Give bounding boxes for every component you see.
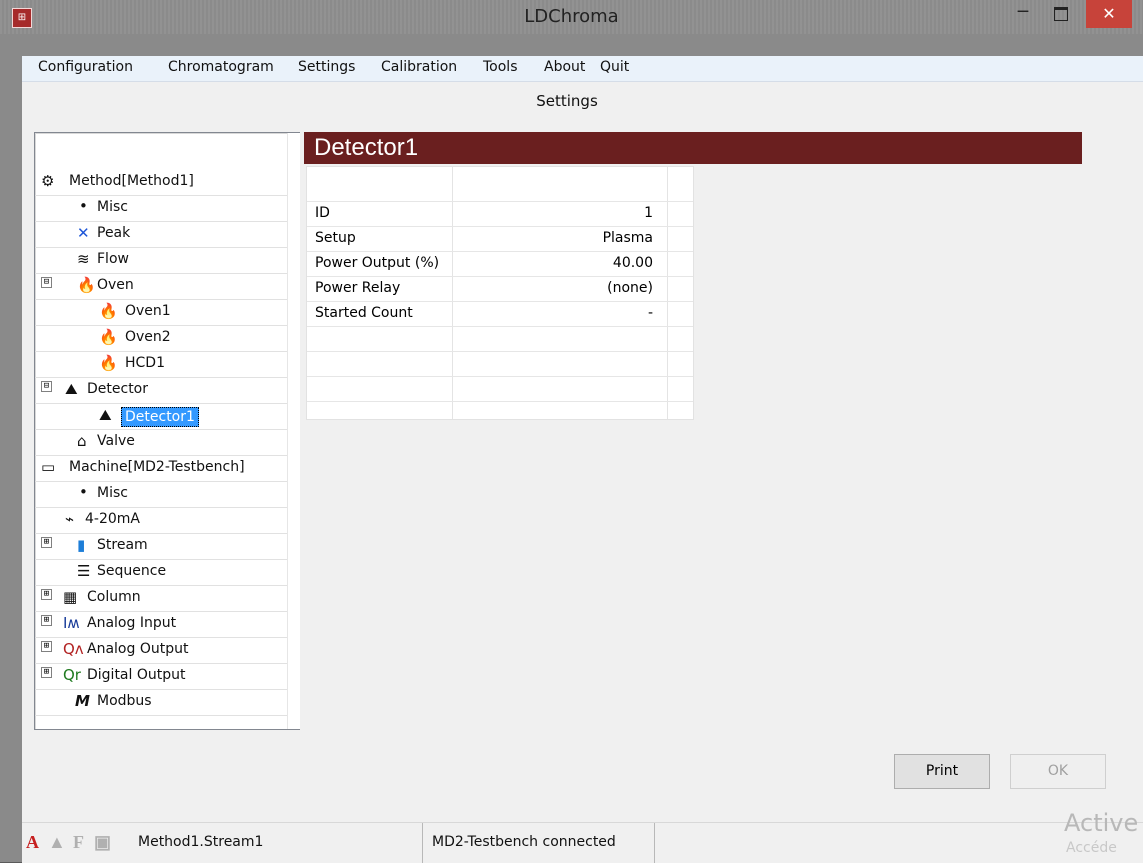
tree-item-machine[interactable]: ▭ Machine[MD2-Testbench] xyxy=(35,455,287,482)
resistor-icon: ⌁ xyxy=(65,510,75,528)
selected-detector1: Detector1 xyxy=(121,407,199,427)
flame-icon: 🔥 xyxy=(99,354,118,372)
grid-empty-row[interactable] xyxy=(307,351,693,377)
activation-watermark-sub: Accéde xyxy=(1066,840,1117,856)
tree-item-machine-misc[interactable]: • Misc xyxy=(35,481,287,508)
settings-panel: Settings ⚙ Method[Method1] • Misc ✕ Peak… xyxy=(22,82,1143,822)
tree-item-oven[interactable]: ⊟ 🔥 Oven xyxy=(35,273,287,300)
flame-icon: 🔥 xyxy=(99,302,118,320)
menu-bar: Configuration Chromatogram Settings Cali… xyxy=(22,56,1143,82)
grid-row-setup[interactable]: Setup Plasma xyxy=(307,226,693,252)
ok-button[interactable]: OK xyxy=(1010,754,1106,789)
gears-icon: ⚙ xyxy=(41,172,55,190)
tree-item-valve[interactable]: ⌂ Valve xyxy=(35,429,287,456)
grid-row-id[interactable]: ID 1 xyxy=(307,201,693,227)
peak-icon: ✕ xyxy=(77,224,90,242)
window-title: LDChroma xyxy=(524,6,619,27)
maximize-button[interactable] xyxy=(1045,3,1077,31)
warning-icon: ▲ xyxy=(48,832,66,852)
activation-watermark: Active xyxy=(1064,809,1139,837)
minimize-button[interactable]: ‒ xyxy=(1008,0,1038,28)
tree-item-sequence[interactable]: ☰ Sequence xyxy=(35,559,287,586)
detector-properties-grid[interactable]: ID 1 Setup Plasma Power Output (%) 40.00… xyxy=(306,166,694,420)
flame-icon: 🔥 xyxy=(77,276,96,294)
save-icon: ▣ xyxy=(94,832,112,852)
app-window: ⊞ LDChroma ‒ ✕ Configuration Chromatogra… xyxy=(0,0,1143,863)
menu-quit[interactable]: Quit xyxy=(600,59,629,75)
collapse-icon[interactable]: ⊟ xyxy=(41,277,52,288)
menu-settings[interactable]: Settings xyxy=(298,59,355,75)
tree-item-4-20ma[interactable]: ⌁ 4-20mA xyxy=(35,507,287,534)
modbus-icon: M xyxy=(75,692,90,710)
tree-item-oven1[interactable]: 🔥 Oven1 xyxy=(35,299,287,326)
digital-output-icon: Qr xyxy=(63,666,81,684)
close-button[interactable]: ✕ xyxy=(1086,0,1132,28)
tree-item-oven2[interactable]: 🔥 Oven2 xyxy=(35,325,287,352)
title-bar[interactable]: ⊞ LDChroma ‒ ✕ xyxy=(0,0,1143,34)
bullet-icon: • xyxy=(79,197,88,215)
flame-icon: 🔥 xyxy=(99,328,118,346)
status-bar: A ▲ F ▣ Method1.Stream1 MD2-Testbench co… xyxy=(22,822,1143,863)
grid-header-row xyxy=(307,167,693,202)
grid-row-started-count[interactable]: Started Count - xyxy=(307,301,693,327)
tree-item-detector1[interactable]: ⛰ Detector1 xyxy=(35,403,287,430)
menu-chromatogram[interactable]: Chromatogram xyxy=(168,59,274,75)
detector-icon: ⛰ xyxy=(65,380,78,398)
tree-item-analog-input[interactable]: ⊞ Iʍ Analog Input xyxy=(35,611,287,638)
detector-icon: ⛰ xyxy=(99,406,112,424)
expand-icon[interactable]: ⊞ xyxy=(41,589,52,600)
bullet-icon: • xyxy=(79,483,88,501)
collapse-icon[interactable]: ⊟ xyxy=(41,381,52,392)
expand-icon[interactable]: ⊞ xyxy=(41,667,52,678)
tree-item-flow[interactable]: ≋ Flow xyxy=(35,247,287,274)
tree-item-modbus[interactable]: M Modbus xyxy=(35,689,287,716)
grid-row-power-output[interactable]: Power Output (%) 40.00 xyxy=(307,251,693,277)
status-stream-segment: A ▲ F ▣ Method1.Stream1 xyxy=(22,823,423,863)
tree-item-digital-output[interactable]: ⊞ Qr Digital Output xyxy=(35,663,287,690)
print-button[interactable]: Print xyxy=(894,754,990,789)
valve-icon: ⌂ xyxy=(77,432,87,450)
tree-item-misc[interactable]: • Misc xyxy=(35,195,287,222)
menu-calibration[interactable]: Calibration xyxy=(381,59,457,75)
tree-item-stream[interactable]: ⊞ ▮ Stream xyxy=(35,533,287,560)
tree-item-detector[interactable]: ⊟ ⛰ Detector xyxy=(35,377,287,404)
column-icon: ▦ xyxy=(63,588,78,606)
tree-item-peak[interactable]: ✕ Peak xyxy=(35,221,287,248)
flow-icon: ≋ xyxy=(77,250,90,268)
alarm-a-icon: A xyxy=(26,832,39,852)
expand-icon[interactable]: ⊞ xyxy=(41,641,52,652)
analog-input-icon: Iʍ xyxy=(63,614,80,632)
menu-tools[interactable]: Tools xyxy=(483,59,518,75)
grid-row-power-relay[interactable]: Power Relay (none) xyxy=(307,276,693,302)
grid-empty-row[interactable] xyxy=(307,376,693,402)
tree-scrollbar[interactable] xyxy=(287,133,300,729)
menu-about[interactable]: About xyxy=(544,59,585,75)
tree-item-method[interactable]: ⚙ Method[Method1] xyxy=(35,169,287,196)
list-icon: ☰ xyxy=(77,562,91,580)
status-connection: MD2-Testbench connected xyxy=(432,834,616,850)
machine-icon: ▭ xyxy=(41,458,56,476)
tree-item-column[interactable]: ⊞ ▦ Column xyxy=(35,585,287,612)
bottle-icon: ▮ xyxy=(77,536,86,554)
grid-empty-row[interactable] xyxy=(307,326,693,352)
status-stream: Method1.Stream1 xyxy=(138,834,264,850)
tree-item-hcd1[interactable]: 🔥 HCD1 xyxy=(35,351,287,378)
maximize-icon xyxy=(1054,7,1068,21)
fault-f-icon: F xyxy=(73,832,84,852)
page-title: Settings xyxy=(536,92,598,110)
expand-icon[interactable]: ⊞ xyxy=(41,537,52,548)
expand-icon[interactable]: ⊞ xyxy=(41,615,52,626)
tree-item-analog-output[interactable]: ⊞ Qʌ Analog Output xyxy=(35,637,287,664)
status-connection-segment: MD2-Testbench connected xyxy=(422,823,655,863)
menu-configuration[interactable]: Configuration xyxy=(38,59,133,75)
detector-title-header: Detector1 xyxy=(304,132,1082,164)
settings-tree[interactable]: ⚙ Method[Method1] • Misc ✕ Peak ≋ Flow ⊟… xyxy=(34,132,300,730)
analog-output-icon: Qʌ xyxy=(63,640,84,658)
